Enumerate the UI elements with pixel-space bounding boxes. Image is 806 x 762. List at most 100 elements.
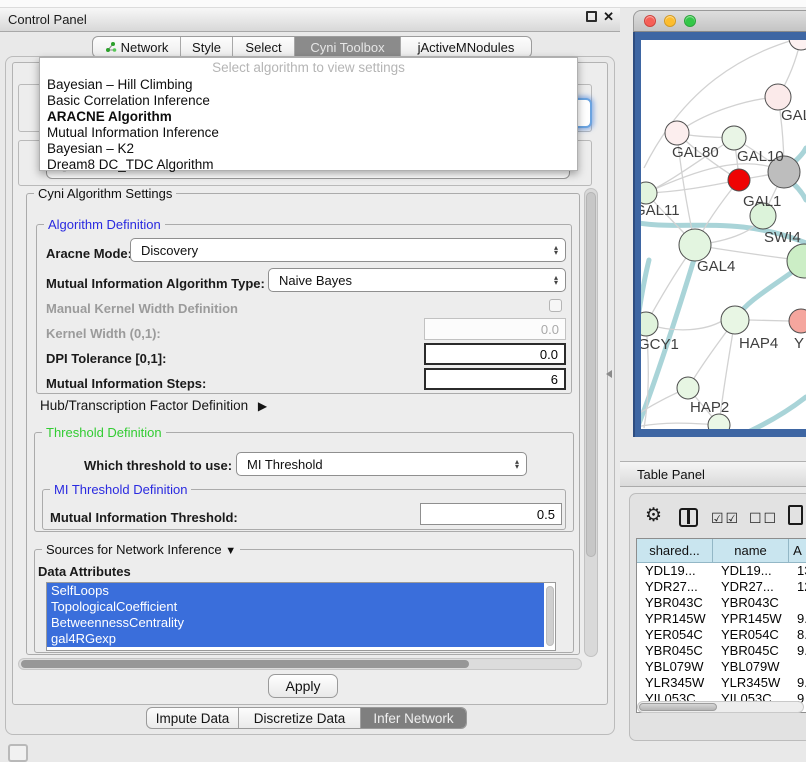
network-node-hap4[interactable] — [721, 306, 749, 334]
tab-network[interactable]: Network — [93, 37, 181, 57]
algorithm-popup-item[interactable]: Bayesian – K2 — [40, 141, 577, 157]
aracne-mode-combo[interactable]: Discovery ▴▾ — [130, 238, 566, 262]
table-horizontal-scrollbar[interactable] — [637, 701, 804, 713]
tab-style[interactable]: Style — [181, 37, 233, 57]
table-cell: 9. — [789, 611, 806, 627]
kernel-width-input[interactable]: 0.0 — [424, 318, 566, 340]
table-cell — [789, 659, 806, 675]
algorithm-placeholder: Select algorithm to view settings — [40, 58, 577, 77]
table-row[interactable]: YLR345WYLR345W9. — [637, 675, 806, 691]
tab-impute-data[interactable]: Impute Data — [147, 708, 239, 728]
network-node-label: GAL4 — [697, 258, 735, 275]
algorithm-popup-item[interactable]: Dream8 DC_TDC Algorithm — [40, 157, 577, 173]
table-row[interactable]: YBL079WYBL079W — [637, 659, 806, 675]
float-panel-icon[interactable] — [586, 11, 597, 22]
which-threshold-combo[interactable]: MI Threshold ▴▾ — [236, 452, 527, 476]
network-node-label: GAL10 — [737, 148, 784, 165]
apply-button[interactable]: Apply — [268, 674, 338, 698]
data-attribute-item[interactable]: TopologicalCoefficient — [47, 599, 544, 615]
threshold-definition-title: Threshold Definition — [42, 425, 166, 440]
settings-vertical-scrollbar[interactable] — [584, 188, 598, 657]
table-row[interactable]: YBR045CYBR045C9. — [637, 643, 806, 659]
data-attribute-item[interactable]: SelfLoops — [47, 583, 544, 599]
manual-kernel-checkbox[interactable] — [549, 299, 562, 312]
column-header-name[interactable]: name — [713, 539, 789, 563]
network-node-hap2[interactable] — [677, 377, 699, 399]
network-node-label: GCY1 — [641, 336, 679, 353]
network-node-label: HAP2 — [690, 399, 729, 416]
table-panel-titlebar: Table Panel — [620, 461, 806, 487]
algorithm-popup-item[interactable]: Bayesian – Hill Climbing — [40, 77, 577, 93]
data-attribute-item[interactable]: gal4RGexp — [47, 631, 544, 647]
zoom-traffic-light[interactable] — [684, 15, 696, 27]
mi-steps-label: Mutual Information Steps: — [46, 376, 206, 391]
table-row[interactable]: YDR27...YDR27...12 — [637, 579, 806, 595]
table-cell: YPR145W — [713, 611, 789, 627]
attr-list-scrollbar-thumb[interactable] — [546, 586, 554, 646]
table-row[interactable]: YER054CYER054C8. — [637, 627, 806, 643]
file-icon[interactable] — [788, 505, 803, 525]
network-node[interactable] — [789, 40, 806, 50]
network-window-titlebar[interactable] — [633, 10, 806, 32]
table-row[interactable]: YPR145WYPR145W9. — [637, 611, 806, 627]
table-row[interactable]: YDL19...YDL19...13 — [637, 563, 806, 579]
dpi-tolerance-label: DPI Tolerance [0,1]: — [46, 351, 166, 366]
settings-vertical-scrollbar-thumb[interactable] — [586, 192, 596, 557]
unselect-all-icon[interactable]: ☐☐ — [749, 510, 778, 527]
network-node-label: GAL1 — [743, 193, 781, 210]
table-cell: YLR345W — [637, 675, 713, 691]
settings-horizontal-scrollbar[interactable] — [18, 658, 582, 670]
network-node-label: GAL11 — [641, 202, 680, 219]
algorithm-popup-item[interactable]: Basic Correlation Inference — [40, 93, 577, 109]
control-panel-tabs: Network Style Select Cyni Toolbox jActiv… — [92, 36, 532, 58]
tab-discretize-data[interactable]: Discretize Data — [239, 708, 361, 728]
tab-infer-network[interactable]: Infer Network — [361, 708, 466, 728]
table-cell: 12 — [789, 579, 806, 595]
data-attribute-item[interactable]: BetweennessCentrality — [47, 615, 544, 631]
network-node-label: GAL80 — [672, 144, 719, 161]
node-table[interactable]: shared... name A YDL19...YDL19...13YDR27… — [636, 538, 806, 713]
table-cell: YDL19... — [713, 563, 789, 579]
app-screen: Control Panel ✕ Network Style Select Cyn… — [0, 0, 806, 762]
tab-select[interactable]: Select — [233, 37, 295, 57]
algorithm-popup-item[interactable]: Mutual Information Inference — [40, 125, 577, 141]
data-attributes-label: Data Attributes — [38, 564, 131, 579]
sources-group-title[interactable]: Sources for Network Inference ▼ — [42, 542, 240, 557]
select-all-icon[interactable]: ☑☑ — [711, 510, 740, 527]
network-node-gal10[interactable] — [722, 126, 746, 150]
minimize-traffic-light[interactable] — [664, 15, 676, 27]
columns-icon[interactable] — [679, 508, 698, 527]
tab-jactivemnodules[interactable]: jActiveMNodules — [401, 37, 531, 57]
top-strip — [0, 0, 806, 8]
gear-icon[interactable]: ⚙ — [645, 505, 662, 527]
mi-steps-input[interactable]: 6 — [424, 368, 566, 390]
network-node-gal80[interactable] — [665, 121, 689, 145]
table-cell: YDR27... — [637, 579, 713, 595]
algorithm-popup-item[interactable]: ARACNE Algorithm — [40, 109, 577, 125]
settings-horizontal-scrollbar-thumb[interactable] — [21, 660, 469, 668]
network-node-gal1[interactable] — [728, 169, 750, 191]
collapsed-panel-icon[interactable] — [8, 744, 28, 762]
table-horizontal-scrollbar-thumb[interactable] — [639, 703, 717, 711]
network-node-gal4[interactable] — [679, 229, 711, 261]
network-view-canvas[interactable]: GALGAL80GAL10GAL1GAL11SWI4GAL4GCY1HAP4YH… — [641, 40, 806, 429]
network-node-gal11[interactable] — [641, 182, 657, 204]
table-rows: YDL19...YDL19...13YDR27...YDR27...12YBR0… — [637, 563, 806, 707]
mi-threshold-label: Mutual Information Threshold: — [50, 510, 238, 525]
data-attributes-list[interactable]: SelfLoopsTopologicalCoefficientBetweenne… — [46, 582, 556, 651]
mi-type-combo[interactable]: Naive Bayes ▴▾ — [268, 268, 566, 292]
table-row[interactable]: YBR043CYBR043C — [637, 595, 806, 611]
tab-cyni-toolbox[interactable]: Cyni Toolbox — [295, 37, 401, 57]
network-node-gcy1[interactable] — [641, 312, 658, 336]
mi-threshold-input[interactable]: 0.5 — [420, 503, 562, 525]
panel-collapse-arrow[interactable] — [606, 370, 612, 378]
table-header-row: shared... name A — [637, 539, 806, 563]
control-panel-title: Control Panel — [8, 12, 87, 27]
column-header-shared-name[interactable]: shared... — [637, 539, 713, 563]
close-panel-icon[interactable]: ✕ — [603, 11, 614, 22]
network-node-y[interactable] — [789, 309, 806, 333]
dpi-tolerance-input[interactable]: 0.0 — [424, 343, 566, 365]
hub-definition-expander[interactable]: Hub/Transcription Factor Definition ▶ — [40, 398, 267, 413]
close-traffic-light[interactable] — [644, 15, 656, 27]
column-header-partial[interactable]: A — [789, 539, 806, 563]
